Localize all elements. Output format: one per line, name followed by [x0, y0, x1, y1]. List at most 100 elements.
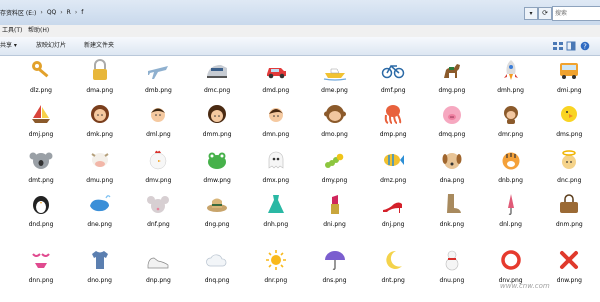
file-name[interactable]: dnw.png [544, 277, 594, 284]
file-name[interactable]: dnc.png [544, 177, 594, 184]
file-name[interactable]: dno.png [75, 277, 125, 284]
file-name[interactable]: dmt.png [16, 177, 66, 184]
file-item[interactable]: dns.png [310, 246, 360, 290]
file-name[interactable]: dne.png [75, 221, 125, 228]
handbag-icon[interactable] [555, 190, 583, 218]
file-item[interactable]: dmf.png [368, 56, 418, 100]
file-name[interactable]: dnf.png [133, 221, 183, 228]
file-name[interactable]: dnu.png [427, 277, 477, 284]
file-item[interactable]: dmp.png [368, 100, 418, 144]
angel-icon[interactable] [555, 146, 583, 174]
menu-help[interactable]: 帮助(H) [26, 26, 51, 36]
file-item[interactable]: dmq.png [427, 100, 477, 144]
file-name[interactable]: dmo.png [310, 131, 360, 138]
file-name[interactable]: dmi.png [544, 87, 594, 94]
file-item[interactable]: dnu.png [427, 246, 477, 290]
file-name[interactable]: dmz.png [368, 177, 418, 184]
ring-icon[interactable] [497, 246, 525, 274]
file-name[interactable]: dnm.png [544, 221, 594, 228]
file-name[interactable]: dmc.png [192, 87, 242, 94]
file-name[interactable]: dmr.png [486, 131, 536, 138]
file-name[interactable]: dlz.png [16, 87, 66, 94]
file-item[interactable]: dmo.png [310, 100, 360, 144]
file-name[interactable]: dme.png [310, 87, 360, 94]
file-item[interactable]: dml.png [133, 100, 183, 144]
change-view-icon[interactable] [552, 41, 564, 51]
help-icon[interactable]: ? [580, 41, 590, 51]
file-item[interactable]: dmh.png [486, 56, 536, 100]
chevron-right-icon[interactable]: › [40, 9, 42, 16]
file-name[interactable]: dnq.png [192, 277, 242, 284]
search-box[interactable] [552, 6, 600, 21]
airplane-icon[interactable] [144, 56, 172, 84]
hat-icon[interactable] [203, 190, 231, 218]
file-name[interactable]: dng.png [192, 221, 242, 228]
file-name[interactable]: dmu.png [75, 177, 125, 184]
file-name[interactable]: dmy.png [310, 177, 360, 184]
girl-icon[interactable] [203, 100, 231, 128]
lock-icon[interactable] [86, 56, 114, 84]
file-item[interactable]: dnf.png [133, 190, 183, 234]
file-item[interactable]: dnt.png [368, 246, 418, 290]
file-name[interactable]: dms.png [544, 131, 594, 138]
file-name[interactable]: dnl.png [486, 221, 536, 228]
octopus-icon[interactable] [379, 100, 407, 128]
file-item[interactable]: dmk.png [75, 100, 125, 144]
file-name[interactable]: dmn.png [251, 131, 301, 138]
file-item[interactable]: dnj.png [368, 190, 418, 234]
file-name[interactable]: dmj.png [16, 131, 66, 138]
file-item[interactable]: dnq.png [192, 246, 242, 290]
file-name[interactable]: dmw.png [192, 177, 242, 184]
key-icon[interactable] [27, 56, 55, 84]
file-item[interactable]: dmx.png [251, 146, 301, 190]
file-item[interactable]: dmy.png [310, 146, 360, 190]
caterpillar-icon[interactable] [321, 146, 349, 174]
tropical-fish-icon[interactable] [379, 146, 407, 174]
rain-umbrella-icon[interactable] [321, 246, 349, 274]
file-item[interactable]: dlz.png [16, 56, 66, 100]
file-item[interactable]: dmj.png [16, 100, 66, 144]
file-name[interactable]: dni.png [310, 221, 360, 228]
refresh-icon[interactable]: ⟳ [538, 7, 552, 20]
file-item[interactable]: dnc.png [544, 146, 594, 190]
preview-pane-icon[interactable] [566, 41, 576, 51]
file-name[interactable]: dnk.png [427, 221, 477, 228]
file-item[interactable]: dmr.png [486, 100, 536, 144]
file-name[interactable]: dnb.png [486, 177, 536, 184]
file-item[interactable]: dnm.png [544, 190, 594, 234]
share-button[interactable]: 共享 ▾ [0, 37, 17, 55]
shirt-icon[interactable] [86, 246, 114, 274]
whale-icon[interactable] [86, 190, 114, 218]
file-item[interactable]: dmv.png [133, 146, 183, 190]
file-name[interactable]: dnn.png [16, 277, 66, 284]
cloud-icon[interactable] [203, 246, 231, 274]
cross-mark-icon[interactable] [555, 246, 583, 274]
chick-icon[interactable] [555, 100, 583, 128]
chevron-right-icon[interactable]: › [60, 9, 62, 16]
bikini-icon[interactable] [27, 246, 55, 274]
file-name[interactable]: dnr.png [251, 277, 301, 284]
pig-icon[interactable] [438, 100, 466, 128]
high-heel-icon[interactable] [379, 190, 407, 218]
file-item[interactable]: dmu.png [75, 146, 125, 190]
file-name[interactable]: dnp.png [133, 277, 183, 284]
train-icon[interactable] [203, 56, 231, 84]
tiger-icon[interactable] [497, 146, 525, 174]
search-input[interactable] [553, 7, 593, 20]
file-name[interactable]: dnd.png [16, 221, 66, 228]
file-item[interactable]: dmw.png [192, 146, 242, 190]
file-name[interactable]: dma.png [75, 87, 125, 94]
menu-tools[interactable]: 工具(T) [0, 26, 24, 36]
sailboat-icon[interactable] [27, 100, 55, 128]
lipstick-icon[interactable] [321, 190, 349, 218]
file-item[interactable]: dma.png [75, 56, 125, 100]
file-name[interactable]: dml.png [133, 131, 183, 138]
file-name[interactable]: dmf.png [368, 87, 418, 94]
file-name[interactable]: dmp.png [368, 131, 418, 138]
boot-icon[interactable] [438, 190, 466, 218]
file-name[interactable]: dnh.png [251, 221, 301, 228]
dog-icon[interactable] [438, 146, 466, 174]
file-item[interactable]: dno.png [75, 246, 125, 290]
chevron-right-icon[interactable]: › [75, 9, 77, 16]
file-name[interactable]: dmm.png [192, 131, 242, 138]
